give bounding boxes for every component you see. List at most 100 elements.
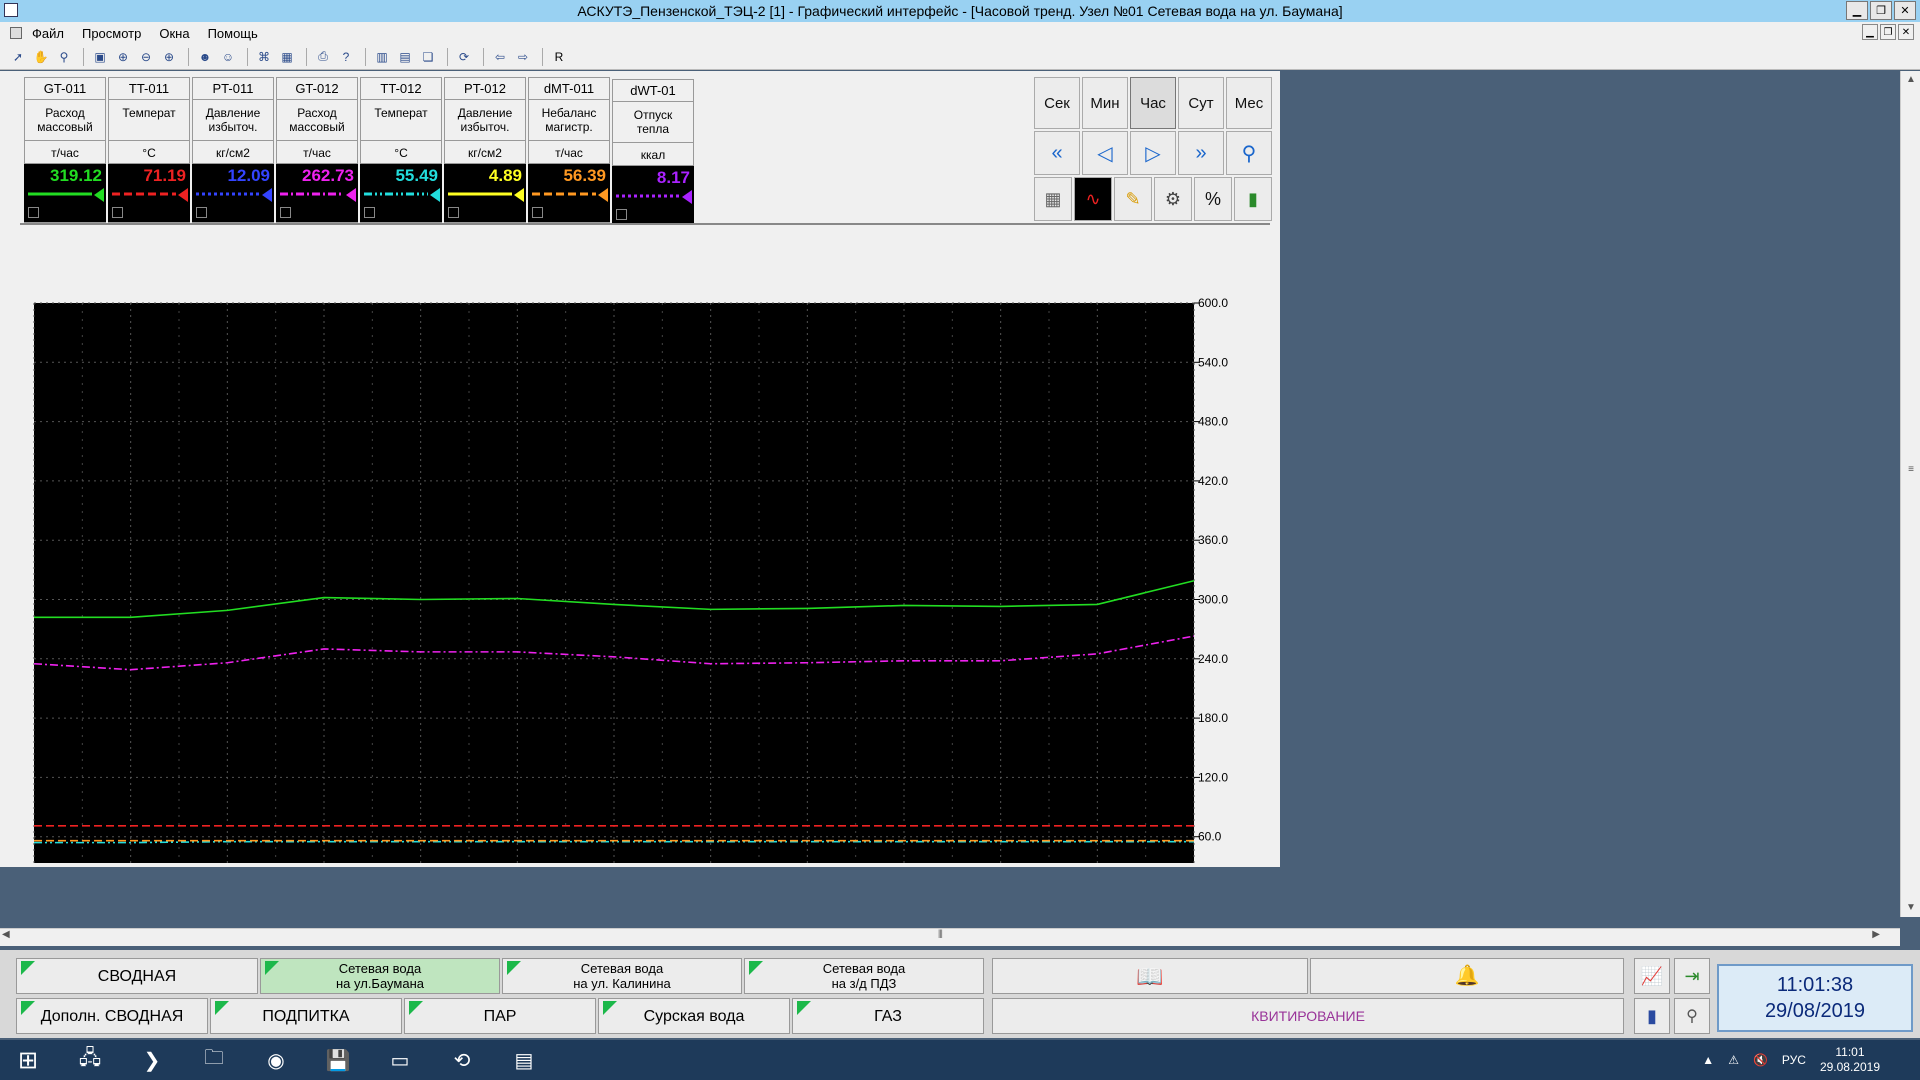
nav-dop-svodnaya[interactable]: Дополн. СВОДНАЯ xyxy=(16,998,208,1034)
app-icon[interactable] xyxy=(4,3,18,17)
percent-button[interactable]: % xyxy=(1194,177,1232,221)
tray-clock[interactable]: 11:01 29.08.2019 xyxy=(1820,1045,1880,1075)
magnifier-icon[interactable]: ⚲ xyxy=(54,47,74,67)
series-visible-checkbox[interactable] xyxy=(616,209,627,220)
zoom-in-icon[interactable]: ⊕ xyxy=(159,47,179,67)
sensor-dwt-01[interactable]: dWT-01 Отпуск тепла ккал 8.17 xyxy=(612,79,694,225)
mdi-minimize-icon[interactable]: ▁ xyxy=(1862,24,1878,40)
sensor-pt-011[interactable]: PT-011 Давление избыточ. кг/см2 12.09 xyxy=(192,77,274,223)
help-icon[interactable]: ? xyxy=(336,47,356,67)
trends-icon[interactable]: 📈 xyxy=(1634,958,1670,994)
hand-icon[interactable]: ✋ xyxy=(31,47,51,67)
trend-icon[interactable]: ∿ xyxy=(1074,177,1112,221)
tile-horizontal-icon[interactable]: ▤ xyxy=(395,47,415,67)
fast-forward-icon[interactable]: » xyxy=(1178,131,1224,175)
bar-chart-icon[interactable]: ▮ xyxy=(1234,177,1272,221)
series-visible-checkbox[interactable] xyxy=(28,207,39,218)
forward-arrow-icon[interactable]: ⇨ xyxy=(513,47,533,67)
menu-file[interactable]: Файл xyxy=(32,26,64,41)
powershell-icon[interactable]: ❯ xyxy=(124,1040,180,1080)
scroll-left-icon[interactable]: ◀ xyxy=(2,929,10,940)
nav-pdz[interactable]: Сетевая вода на з/д ПДЗ xyxy=(744,958,984,994)
series-visible-checkbox[interactable] xyxy=(196,207,207,218)
series-visible-checkbox[interactable] xyxy=(112,207,123,218)
journal-button[interactable]: 📖 xyxy=(992,958,1308,994)
period-hour-button[interactable]: Час xyxy=(1130,77,1176,129)
series-visible-checkbox[interactable] xyxy=(448,207,459,218)
mdi-close-icon[interactable]: ✕ xyxy=(1898,24,1914,40)
scroll-up-icon[interactable]: ▲ xyxy=(1901,71,1920,89)
search-icon[interactable]: ⚲ xyxy=(1226,131,1272,175)
windows-start-icon[interactable]: ⊞ xyxy=(0,1040,56,1080)
sensor-pt-012[interactable]: PT-012 Давление избыточ. кг/см2 4.89 xyxy=(444,77,526,223)
save-disk-icon[interactable]: 💾 xyxy=(310,1040,366,1080)
kvitirovanie-button[interactable]: КВИТИРОВАНИЕ xyxy=(992,998,1624,1034)
menu-view[interactable]: Просмотр xyxy=(82,26,141,41)
period-min-button[interactable]: Мин xyxy=(1082,77,1128,129)
sensor-tt-012[interactable]: TT-012 Температ °C 55.49 xyxy=(360,77,442,223)
series-visible-checkbox[interactable] xyxy=(364,207,375,218)
nav-surskaya[interactable]: Сурская вода xyxy=(598,998,790,1034)
series-visible-checkbox[interactable] xyxy=(280,207,291,218)
nav-par[interactable]: ПАР xyxy=(404,998,596,1034)
zoom-fit-icon[interactable]: ⊕ xyxy=(113,47,133,67)
zoom-actual-icon[interactable]: ▣ xyxy=(90,47,110,67)
refresh-window-icon[interactable]: ⟳ xyxy=(454,47,474,67)
user-settings-icon[interactable]: ☺ xyxy=(218,47,238,67)
scroll-thumb-icon[interactable]: ⦀ xyxy=(938,929,943,942)
command-prompt-icon[interactable]: ▭ xyxy=(372,1040,428,1080)
sensor-tt-011[interactable]: TT-011 Температ °C 71.19 xyxy=(108,77,190,223)
book-blue-icon[interactable]: ▮ xyxy=(1634,998,1670,1034)
app-search-icon[interactable]: ⟲ xyxy=(434,1040,490,1080)
fast-back-icon[interactable]: « xyxy=(1034,131,1080,175)
cascade-icon[interactable]: ❏ xyxy=(418,47,438,67)
users-icon[interactable]: ☻ xyxy=(195,47,215,67)
document-icon[interactable] xyxy=(10,27,22,39)
preview-icon[interactable]: ⚲ xyxy=(1674,998,1710,1034)
tile-vertical-icon[interactable]: ▥ xyxy=(372,47,392,67)
series-visible-checkbox[interactable] xyxy=(532,207,543,218)
exit-icon[interactable]: ⇥ xyxy=(1674,958,1710,994)
table-icon[interactable]: ▦ xyxy=(1034,177,1072,221)
print-icon[interactable]: ⎙ xyxy=(313,47,333,67)
period-sec-button[interactable]: Сек xyxy=(1034,77,1080,129)
sensor-dmt-011[interactable]: dMT-011 Небаланс магистр. т/час 56.39 xyxy=(528,77,610,223)
scroll-right-icon[interactable]: ▶ xyxy=(1872,929,1880,940)
tray-language[interactable]: РУС xyxy=(1782,1053,1806,1067)
binoculars-icon[interactable]: ⌘ xyxy=(254,47,274,67)
period-month-button[interactable]: Мес xyxy=(1226,77,1272,129)
scroll-grip-icon[interactable]: ≡ xyxy=(1901,461,1920,479)
sensor-gt-011[interactable]: GT-011 Расход массовый т/час 319.12 xyxy=(24,77,106,223)
horizontal-scrollbar[interactable]: ◀ ⦀ ▶ xyxy=(0,928,1900,946)
restore-icon[interactable]: ❐ xyxy=(1870,1,1892,20)
back-arrow-icon[interactable]: ⇦ xyxy=(490,47,510,67)
vertical-scrollbar[interactable]: ▲ ≡ ▼ xyxy=(1900,71,1920,917)
gear-icon[interactable]: ⚙ xyxy=(1154,177,1192,221)
period-day-button[interactable]: Сут xyxy=(1178,77,1224,129)
calculator-icon[interactable]: ▦ xyxy=(277,47,297,67)
menu-windows[interactable]: Окна xyxy=(159,26,189,41)
nav-kalinina[interactable]: Сетевая вода на ул. Калинина xyxy=(502,958,742,994)
close-icon[interactable]: ✕ xyxy=(1894,1,1916,20)
alarm-button[interactable]: 🔔 xyxy=(1310,958,1624,994)
menu-help[interactable]: Помощь xyxy=(208,26,258,41)
nav-gaz[interactable]: ГАЗ xyxy=(792,998,984,1034)
app-monitor-icon[interactable]: ▤ xyxy=(496,1040,552,1080)
trend-chart[interactable]: 600.0 540.0 480.0 420.0 360.0 300.0 240.0 180.0… xyxy=(0,229,1276,863)
r-button[interactable]: R xyxy=(549,47,569,67)
scroll-down-icon[interactable]: ▼ xyxy=(1901,899,1920,917)
tray-network-icon[interactable]: ⚠ xyxy=(1728,1053,1739,1067)
tray-volume-icon[interactable]: 🔇 xyxy=(1753,1053,1768,1067)
nav-svodnaya[interactable]: СВОДНАЯ xyxy=(16,958,258,994)
minimize-icon[interactable]: ▁ xyxy=(1846,1,1868,20)
pointer-icon[interactable]: ➚ xyxy=(8,47,28,67)
network-computer-icon[interactable]: 🖧 xyxy=(62,1040,118,1080)
file-explorer-icon[interactable]: 🗀 xyxy=(186,1040,242,1080)
step-back-icon[interactable]: ◁ xyxy=(1082,131,1128,175)
edit-trend-icon[interactable]: ✎ xyxy=(1114,177,1152,221)
mdi-restore-icon[interactable]: ❐ xyxy=(1880,24,1896,40)
zoom-out-icon[interactable]: ⊖ xyxy=(136,47,156,67)
firefox-icon[interactable]: ◉ xyxy=(248,1040,304,1080)
step-forward-icon[interactable]: ▷ xyxy=(1130,131,1176,175)
tray-chevron-icon[interactable]: ▲ xyxy=(1702,1053,1714,1067)
